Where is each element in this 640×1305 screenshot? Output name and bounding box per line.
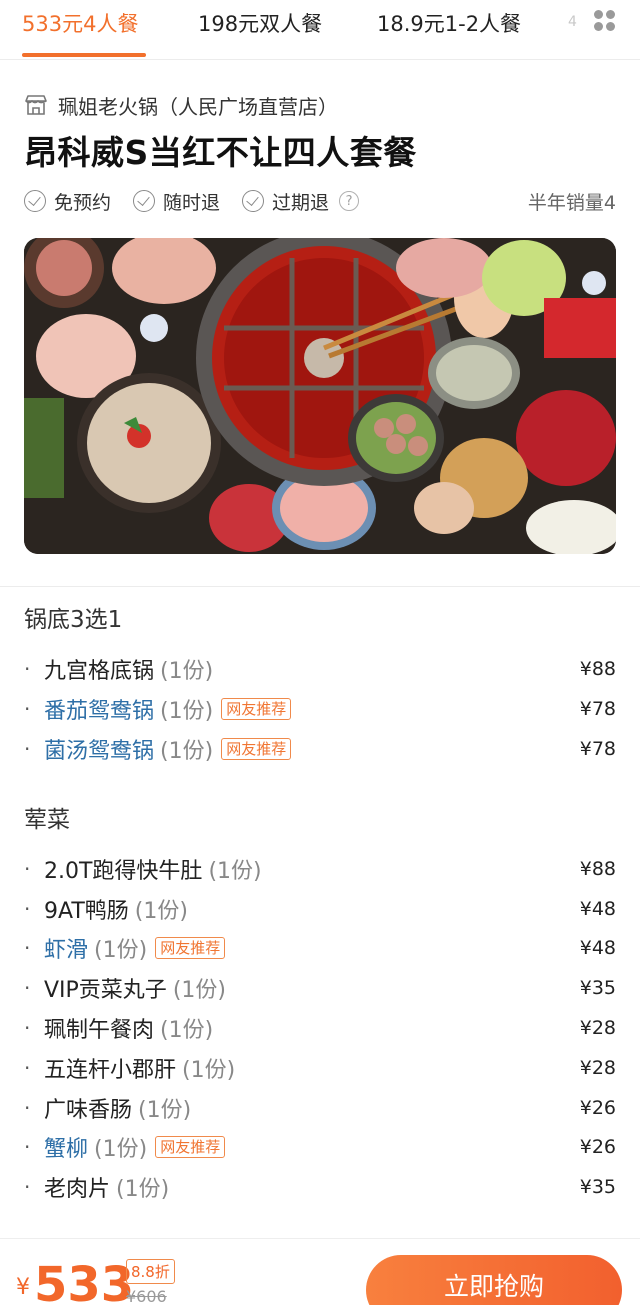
feature-label: 免预约 <box>54 191 112 214</box>
shop-row[interactable]: 珮姐老火锅（人民广场直营店） <box>24 90 338 120</box>
feature-no-reservation: 免预约 <box>24 188 111 215</box>
bullet: · <box>24 1016 31 1040</box>
list-item: · 五连杆小郡肝 (1份) ¥28 <box>24 1051 616 1085</box>
feature-label: 过期退 <box>272 191 330 214</box>
list-item: · 9AT鸭肠 (1份) ¥48 <box>24 892 616 926</box>
item-name: 五连杆小郡肝 <box>44 1058 177 1083</box>
item-price: ¥48 <box>579 937 616 959</box>
item-qty: (1份) <box>160 1018 214 1043</box>
help-question-icon[interactable]: ? <box>339 191 360 211</box>
recommend-badge: 网友推荐 <box>221 698 292 720</box>
item-name: 九宫格底锅 <box>44 659 155 684</box>
feature-label: 随时退 <box>163 191 221 214</box>
tab-overflow-label: 4 <box>568 14 577 30</box>
list-item: · 广味香肠 (1份) ¥26 <box>24 1091 616 1125</box>
list-item: · 2.0T跑得快牛肚 (1份) ¥88 <box>24 852 616 886</box>
hotpot-photo[interactable] <box>24 238 616 554</box>
item-price: ¥78 <box>579 738 616 760</box>
check-circle-icon <box>133 190 156 212</box>
bullet: · <box>24 897 31 921</box>
buy-now-button[interactable]: 立即抢购 <box>366 1255 622 1305</box>
purchase-bar: ¥ 533 8.8折 ¥606 立即抢购 <box>0 1238 640 1305</box>
original-price: ¥606 <box>126 1287 167 1305</box>
feature-refund-anytime: 随时退 <box>133 188 220 215</box>
item-qty: (1份) <box>160 699 214 724</box>
bullet: · <box>24 1175 31 1199</box>
item-price: ¥48 <box>579 898 616 920</box>
list-item: · VIP贡菜丸子 (1份) ¥35 <box>24 971 616 1005</box>
bullet: · <box>24 976 31 1000</box>
grid-menu-icon[interactable] <box>594 10 616 32</box>
tab-533-4-person[interactable]: 533元4人餐 <box>22 8 138 38</box>
item-qty: (1份) <box>160 739 214 764</box>
item-price: ¥88 <box>579 858 616 880</box>
deal-title: 昂科威S当红不让四人套餐 <box>24 133 417 172</box>
item-price: ¥35 <box>579 1176 616 1198</box>
list-item: · 菌汤鸳鸯锅 (1份) 网友推荐 ¥78 <box>24 732 616 766</box>
item-name: 9AT鸭肠 <box>44 899 129 924</box>
item-qty: (1份) <box>94 1137 148 1162</box>
item-name: 老肉片 <box>44 1177 111 1202</box>
item-qty: (1份) <box>172 978 226 1003</box>
list-item: · 虾滑 (1份) 网友推荐 ¥48 <box>24 931 616 965</box>
section-divider <box>0 586 640 587</box>
active-tab-indicator <box>22 53 146 57</box>
item-qty: (1份) <box>116 1177 170 1202</box>
check-circle-icon <box>24 190 46 212</box>
list-item: · 蟹柳 (1份) 网友推荐 ¥26 <box>24 1130 616 1164</box>
half-year-sales: 半年销量4 <box>527 191 616 214</box>
check-circle-icon <box>242 190 265 212</box>
item-name-link[interactable]: 虾滑 <box>44 932 88 964</box>
hotpot-photo-illustration <box>24 238 616 554</box>
tab-18-9-single[interactable]: 18.9元1-2人餐 <box>377 8 521 38</box>
price-currency: ¥ <box>16 1275 30 1300</box>
list-item: · 珮制午餐肉 (1份) ¥28 <box>24 1011 616 1045</box>
item-price: ¥78 <box>579 698 616 720</box>
shop-name: 珮姐老火锅（人民广场直营店） <box>58 94 338 119</box>
item-qty: (1份) <box>182 1058 236 1083</box>
item-name-link[interactable]: 番茄鸳鸯锅 <box>44 693 154 725</box>
list-item: · 老肉片 (1份) ¥35 <box>24 1170 616 1204</box>
item-price: ¥26 <box>579 1097 616 1119</box>
bullet: · <box>24 1056 31 1080</box>
package-tabs: 533元4人餐 198元双人餐 18.9元1-2人餐 4 <box>0 0 640 60</box>
bullet: · <box>24 737 31 761</box>
item-qty: (1份) <box>208 859 262 884</box>
bullet: · <box>24 697 31 721</box>
section-title-meat: 荤菜 <box>24 807 70 833</box>
bullet: · <box>24 1096 31 1120</box>
section-title-soup-base: 锅底3选1 <box>24 607 123 633</box>
feature-expire-refund: 过期退 <box>242 188 329 215</box>
store-icon <box>25 95 47 115</box>
recommend-badge: 网友推荐 <box>221 738 292 760</box>
item-name: 广味香肠 <box>44 1098 133 1123</box>
tab-198-double[interactable]: 198元双人餐 <box>198 8 322 38</box>
deal-price: 533 <box>34 1257 135 1305</box>
bullet: · <box>24 936 31 960</box>
discount-badge: 8.8折 <box>126 1259 175 1284</box>
item-name: VIP贡菜丸子 <box>44 978 167 1003</box>
item-price: ¥26 <box>579 1136 616 1158</box>
item-qty: (1份) <box>94 938 148 963</box>
item-price: ¥35 <box>579 977 616 999</box>
bullet: · <box>24 657 31 681</box>
list-item: · 番茄鸳鸯锅 (1份) 网友推荐 ¥78 <box>24 692 616 726</box>
item-qty: (1份) <box>138 1098 192 1123</box>
item-name: 珮制午餐肉 <box>44 1018 155 1043</box>
bullet: · <box>24 1135 31 1159</box>
item-qty: (1份) <box>160 659 214 684</box>
recommend-badge: 网友推荐 <box>155 937 226 959</box>
item-price: ¥88 <box>579 658 616 680</box>
item-price: ¥28 <box>579 1057 616 1079</box>
recommend-badge: 网友推荐 <box>155 1136 226 1158</box>
item-name-link[interactable]: 菌汤鸳鸯锅 <box>44 733 154 765</box>
list-item: · 九宫格底锅 (1份) ¥88 <box>24 652 616 686</box>
bullet: · <box>24 857 31 881</box>
item-price: ¥28 <box>579 1017 616 1039</box>
item-name: 2.0T跑得快牛肚 <box>44 859 203 884</box>
item-name-link[interactable]: 蟹柳 <box>44 1131 88 1163</box>
item-qty: (1份) <box>134 899 188 924</box>
